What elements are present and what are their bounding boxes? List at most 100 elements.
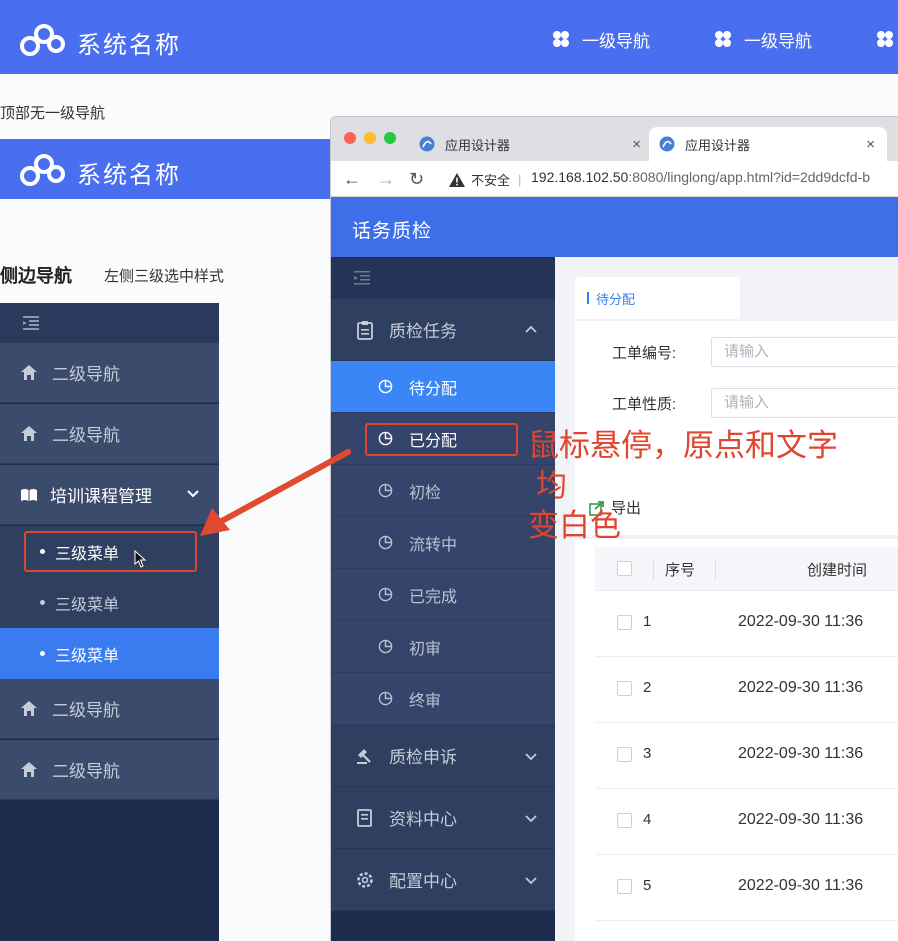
annotation-text: 鼠标悬停，原点和文字 xyxy=(528,428,838,463)
annotation-text: 均 xyxy=(536,468,567,503)
address-bar: ← → ↻ 不安全 | 192.168.102.50:8080/linglong… xyxy=(331,161,898,197)
clover-icon xyxy=(715,31,731,47)
menu-group-inspection-tasks[interactable]: 质检任务 xyxy=(331,299,555,361)
row-index: 5 xyxy=(643,877,652,894)
toolbar: 导出 xyxy=(575,479,898,535)
menu-item-label: 初检 xyxy=(409,484,442,502)
sidebar-group-training[interactable]: 培训课程管理 xyxy=(0,465,219,525)
reload-icon[interactable]: ↻ xyxy=(409,169,424,190)
menu-group-appeals[interactable]: 质检申诉 xyxy=(331,725,555,787)
row-index: 3 xyxy=(643,745,652,762)
row-checkbox[interactable] xyxy=(617,813,632,828)
menu-item-label: 流转中 xyxy=(409,536,458,554)
app-content: 待分配 工单编号: 请输入 工单性质: 请输入 导出 序号 创建时间 1 202… xyxy=(555,257,898,941)
highlight-box-left xyxy=(24,531,197,572)
menu-item-initial-review[interactable]: 初审 xyxy=(331,621,555,673)
sidebar-subitem-3-active[interactable]: 三级菜单 xyxy=(0,628,219,679)
data-table: 序号 创建时间 1 2022-09-30 11:36 2 2022-09-30 … xyxy=(575,539,898,941)
sidebar-item-label: 二级导航 xyxy=(52,426,120,445)
app-designer-favicon-icon xyxy=(419,136,435,152)
home-icon xyxy=(21,364,37,380)
app-header: 话务质检 xyxy=(331,197,898,257)
order-number-input[interactable]: 请输入 xyxy=(711,337,898,367)
table-header: 序号 创建时间 xyxy=(595,547,898,591)
highlight-box-app xyxy=(365,423,518,456)
open-book-icon xyxy=(21,488,37,501)
pie-chart-icon xyxy=(378,587,393,602)
row-index: 2 xyxy=(643,679,652,696)
chevron-down-icon xyxy=(525,753,537,761)
cloud-logo-icon xyxy=(20,24,65,56)
clover-icon xyxy=(877,31,893,47)
forward-arrow-icon[interactable]: → xyxy=(377,169,395,190)
top-nav-item-2[interactable]: 一级导航 xyxy=(714,27,812,51)
table-row[interactable]: 5 2022-09-30 11:36 xyxy=(595,855,898,921)
pie-chart-icon xyxy=(378,379,393,394)
book-icon xyxy=(357,808,372,827)
menu-item-initial-check[interactable]: 初检 xyxy=(331,465,555,517)
row-created-time: 2022-09-30 11:36 xyxy=(738,877,864,894)
close-tab-icon[interactable]: × xyxy=(866,136,875,153)
pie-chart-icon xyxy=(378,639,393,654)
browser-tab-1[interactable]: 应用设计器 × xyxy=(419,127,641,161)
table-row[interactable]: 2 2022-09-30 11:36 xyxy=(595,657,898,723)
minimize-window-button[interactable] xyxy=(364,132,376,144)
row-created-time: 2022-09-30 11:36 xyxy=(738,679,864,696)
left-sidebar: 二级导航 二级导航 培训课程管理 三级菜单 三级菜单 三级菜单 二级导航 二级导… xyxy=(0,303,219,941)
sidebar-item-nav-4[interactable]: 二级导航 xyxy=(0,740,219,800)
app-designer-favicon-icon xyxy=(659,136,675,152)
tab-title: 应用设计器 xyxy=(445,137,511,153)
app-collapse-toggle[interactable] xyxy=(331,257,555,299)
sidebar-item-label: 二级导航 xyxy=(52,762,120,781)
browser-tab-2-active[interactable]: 应用设计器 × xyxy=(649,127,887,161)
close-window-button[interactable] xyxy=(344,132,356,144)
menu-group-resources[interactable]: 资料中心 xyxy=(331,787,555,849)
tab-title: 应用设计器 xyxy=(685,137,751,153)
table-row[interactable]: 4 2022-09-30 11:36 xyxy=(595,789,898,855)
back-arrow-icon[interactable]: ← xyxy=(343,169,361,190)
menu-item-unassigned[interactable]: 待分配 xyxy=(331,361,555,413)
sidebar-item-nav-1[interactable]: 二级导航 xyxy=(0,343,219,403)
gavel-icon xyxy=(357,748,371,764)
top-nav-item-1[interactable]: 一级导航 xyxy=(552,27,650,51)
system-name: 系统名称 xyxy=(77,32,181,59)
select-all-checkbox[interactable] xyxy=(617,561,632,576)
caption-top-nav: 顶部无一级导航 xyxy=(0,105,106,122)
url-field[interactable]: 192.168.102.50:8080/linglong/app.html?id… xyxy=(531,169,870,185)
chevron-up-icon xyxy=(525,325,537,333)
order-type-input[interactable]: 请输入 xyxy=(711,388,898,418)
sidebar-subitem-2[interactable]: 三级菜单 xyxy=(0,577,219,628)
pie-chart-icon xyxy=(378,691,393,706)
settings-gear-icon xyxy=(357,871,373,888)
row-checkbox[interactable] xyxy=(617,681,632,696)
menu-item-final-review[interactable]: 终审 xyxy=(331,673,555,725)
sidebar-subitem-label: 三级菜单 xyxy=(55,596,120,614)
column-header-created-time: 创建时间 xyxy=(807,562,868,579)
second-header: 系统名称 xyxy=(0,139,330,199)
sidebar-item-nav-3[interactable]: 二级导航 xyxy=(0,679,219,739)
row-checkbox[interactable] xyxy=(617,615,632,630)
sidebar-item-nav-2[interactable]: 二级导航 xyxy=(0,404,219,464)
collapse-toggle[interactable] xyxy=(0,303,219,343)
security-indicator[interactable]: 不安全 | xyxy=(449,170,521,189)
menu-item-completed[interactable]: 已完成 xyxy=(331,569,555,621)
tab-unassigned[interactable]: 待分配 xyxy=(575,277,740,319)
close-tab-icon[interactable]: × xyxy=(632,136,641,153)
menu-group-label: 资料中心 xyxy=(389,810,457,829)
maximize-window-button[interactable] xyxy=(384,132,396,144)
menu-item-in-transfer[interactable]: 流转中 xyxy=(331,517,555,569)
table-row[interactable]: 3 2022-09-30 11:36 xyxy=(595,723,898,789)
pie-chart-icon xyxy=(378,535,393,550)
url-path: :8080/linglong/app.html?id=2dd9dcfd-b xyxy=(628,169,871,185)
table-row[interactable]: 1 2022-09-30 11:36 xyxy=(595,591,898,657)
row-index: 4 xyxy=(643,811,652,828)
bullet-dot-icon xyxy=(40,651,45,656)
insecure-label: 不安全 xyxy=(471,173,511,188)
top-nav-item-3[interactable] xyxy=(876,27,898,51)
menu-group-config[interactable]: 配置中心 xyxy=(331,849,555,911)
row-checkbox[interactable] xyxy=(617,747,632,762)
sidebar-item-label: 二级导航 xyxy=(52,365,120,384)
menu-group-label: 质检申诉 xyxy=(389,748,457,767)
row-checkbox[interactable] xyxy=(617,879,632,894)
chevron-down-icon xyxy=(525,815,537,823)
